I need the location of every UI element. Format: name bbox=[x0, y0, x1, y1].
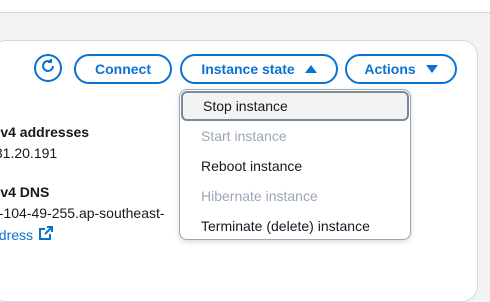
ipv4-dns-label: Pv4 DNS bbox=[0, 184, 50, 200]
menu-item-label: Reboot instance bbox=[201, 158, 303, 174]
ipv4-addresses-value: .31.20.191 bbox=[0, 145, 58, 161]
connect-button-label: Connect bbox=[95, 61, 151, 77]
connect-button[interactable]: Connect bbox=[74, 54, 172, 84]
menu-item-reboot-instance[interactable]: Reboot instance bbox=[180, 151, 410, 181]
menu-item-label: Terminate (delete) instance bbox=[201, 218, 370, 234]
caret-down-icon bbox=[425, 65, 438, 73]
instance-state-button[interactable]: Instance state bbox=[180, 54, 338, 84]
menu-item-hibernate-instance: Hibernate instance bbox=[180, 181, 410, 211]
open-address-link-label: ddress bbox=[0, 226, 34, 243]
menu-item-terminate-instance[interactable]: Terminate (delete) instance bbox=[180, 211, 410, 241]
menu-item-label: Stop instance bbox=[203, 98, 288, 114]
ipv4-dns-value: 3-104-49-255.ap-southeast- bbox=[0, 205, 165, 221]
menu-item-stop-instance[interactable]: Stop instance bbox=[181, 91, 409, 121]
refresh-button[interactable] bbox=[34, 54, 62, 82]
menu-item-label: Hibernate instance bbox=[201, 188, 318, 204]
actions-button-label: Actions bbox=[364, 61, 416, 77]
ipv4-addresses-label: Pv4 addresses bbox=[0, 124, 90, 140]
top-bar bbox=[0, 0, 490, 13]
menu-item-label: Start instance bbox=[201, 128, 287, 144]
refresh-icon bbox=[40, 58, 56, 79]
caret-up-icon bbox=[304, 65, 317, 73]
actions-button[interactable]: Actions bbox=[345, 54, 457, 84]
external-link-icon bbox=[39, 226, 54, 243]
open-address-link[interactable]: ddress bbox=[0, 226, 54, 243]
menu-item-start-instance: Start instance bbox=[180, 121, 410, 151]
instance-state-dropdown-menu: Stop instance Start instance Reboot inst… bbox=[179, 89, 411, 240]
instance-state-button-label: Instance state bbox=[201, 61, 295, 77]
